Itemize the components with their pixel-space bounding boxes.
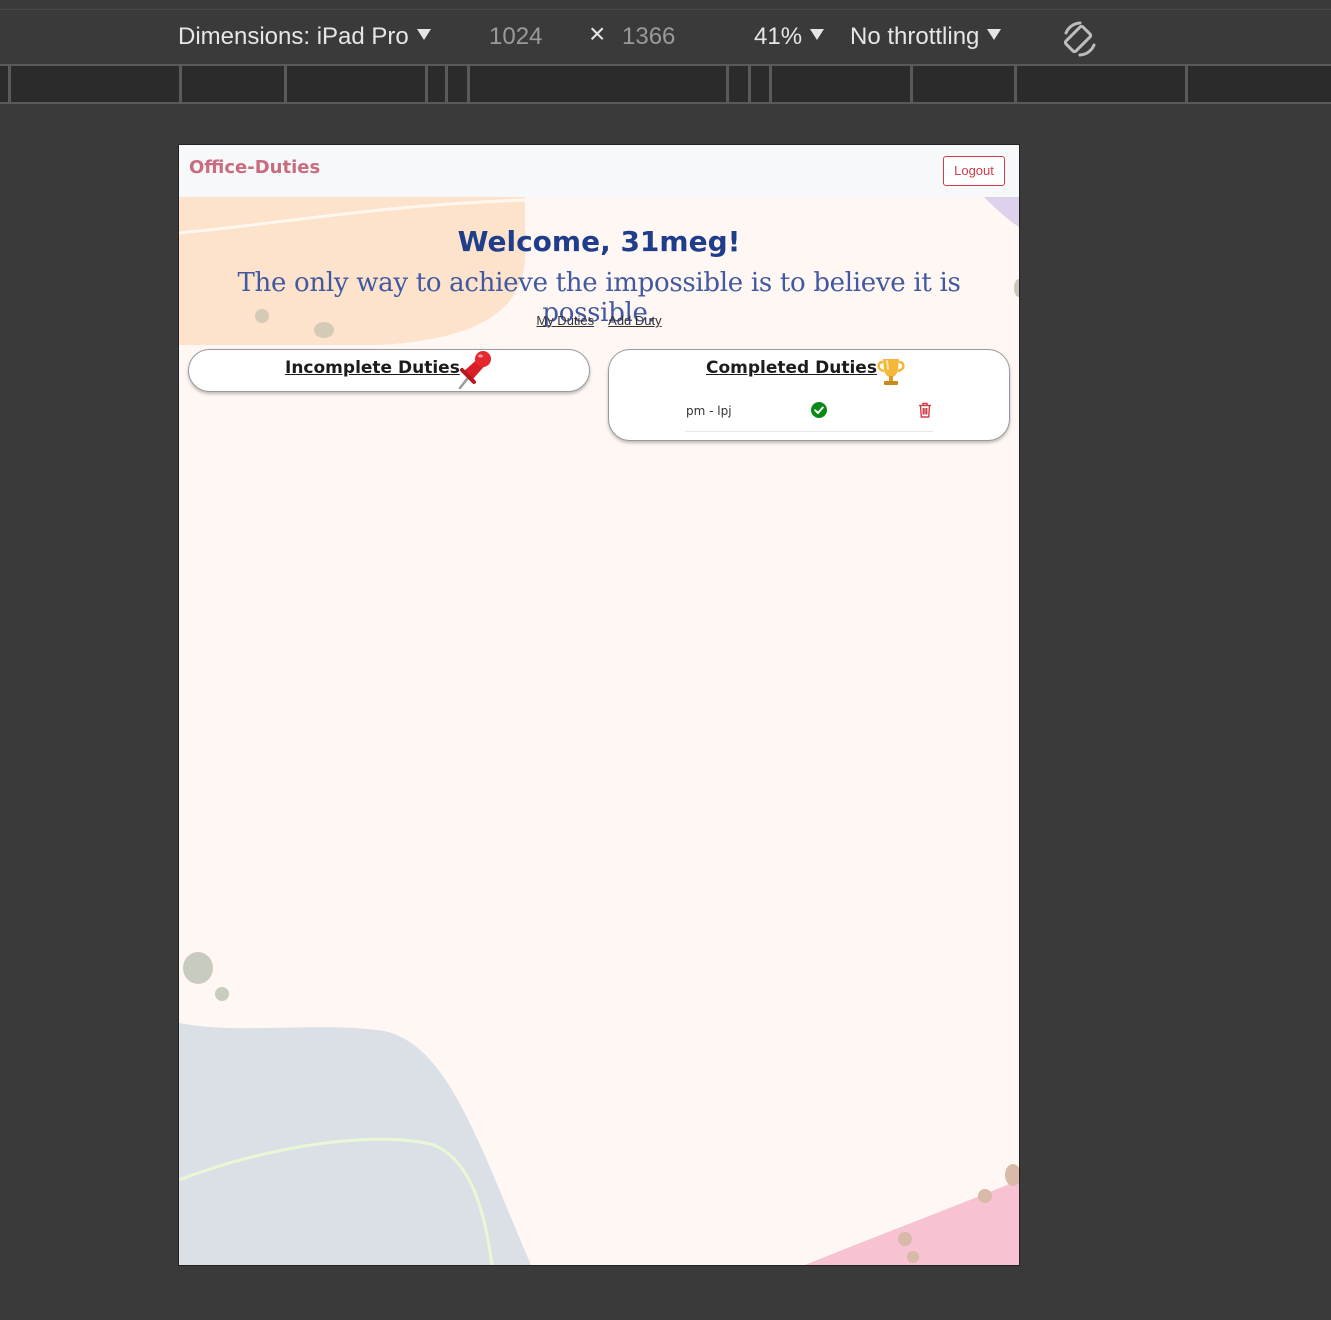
add-duty-link[interactable]: Add Duty (608, 313, 661, 328)
ruler-tick (467, 66, 470, 102)
ruler-tick (445, 66, 448, 102)
trash-icon[interactable] (918, 402, 932, 418)
logout-button[interactable]: Logout (943, 156, 1005, 186)
zoom-caret-icon (810, 29, 825, 40)
ruler-tick (8, 66, 11, 102)
ruler-tick (769, 66, 772, 102)
device-viewport: Office-Duties Logout Welcome, 31meg! The… (179, 145, 1019, 1265)
media-query-ruler (0, 64, 1331, 104)
throttling-label: No throttling (850, 23, 980, 50)
duty-text: pm - lpj (686, 404, 732, 418)
ruler-tick (1014, 66, 1017, 102)
ruler-tick (910, 66, 913, 102)
zoom-label: 41% (754, 23, 803, 50)
ruler-tick (284, 66, 287, 102)
throttling-caret-icon (987, 29, 1002, 40)
dimensions-label: Dimensions: iPad Pro (178, 23, 409, 50)
ruler-tick (726, 66, 729, 102)
check-circle-icon[interactable] (811, 402, 827, 418)
dimensions-caret-icon (416, 29, 431, 40)
incomplete-duties-card: Incomplete Duties (188, 349, 590, 392)
brand-logo[interactable]: Office-Duties (189, 157, 320, 178)
rotate-icon[interactable] (1060, 19, 1100, 59)
dimension-separator: × (589, 18, 606, 49)
welcome-heading: Welcome, 31meg! (457, 225, 741, 258)
app-navbar: Office-Duties Logout (179, 145, 1019, 197)
ruler-tick (748, 66, 751, 102)
trophy-icon (877, 359, 905, 385)
pushpin-icon (458, 351, 491, 390)
my-duties-link[interactable]: My Duties (536, 313, 594, 328)
zoom-dropdown[interactable]: 41% (754, 22, 825, 52)
ruler-tick (1185, 66, 1188, 102)
throttling-dropdown[interactable]: No throttling (850, 22, 1002, 52)
completed-duties-title: Completed Duties (706, 358, 877, 378)
dimensions-dropdown[interactable]: Dimensions: iPad Pro (178, 22, 431, 52)
ruler-tick (179, 66, 182, 102)
ruler-tick (425, 66, 428, 102)
incomplete-duties-title: Incomplete Duties (285, 358, 460, 378)
height-input[interactable]: 1366 (622, 22, 675, 52)
duty-nav: My Duties Add Duty (179, 313, 1019, 328)
completed-duties-card: Completed Duties pm - lpj (608, 349, 1010, 441)
completed-duty-row: pm - lpj (685, 402, 933, 432)
width-input[interactable]: 1024 (489, 22, 542, 52)
devtools-device-toolbar: Dimensions: iPad Pro 1024 × 1366 41% No … (0, 10, 1331, 64)
